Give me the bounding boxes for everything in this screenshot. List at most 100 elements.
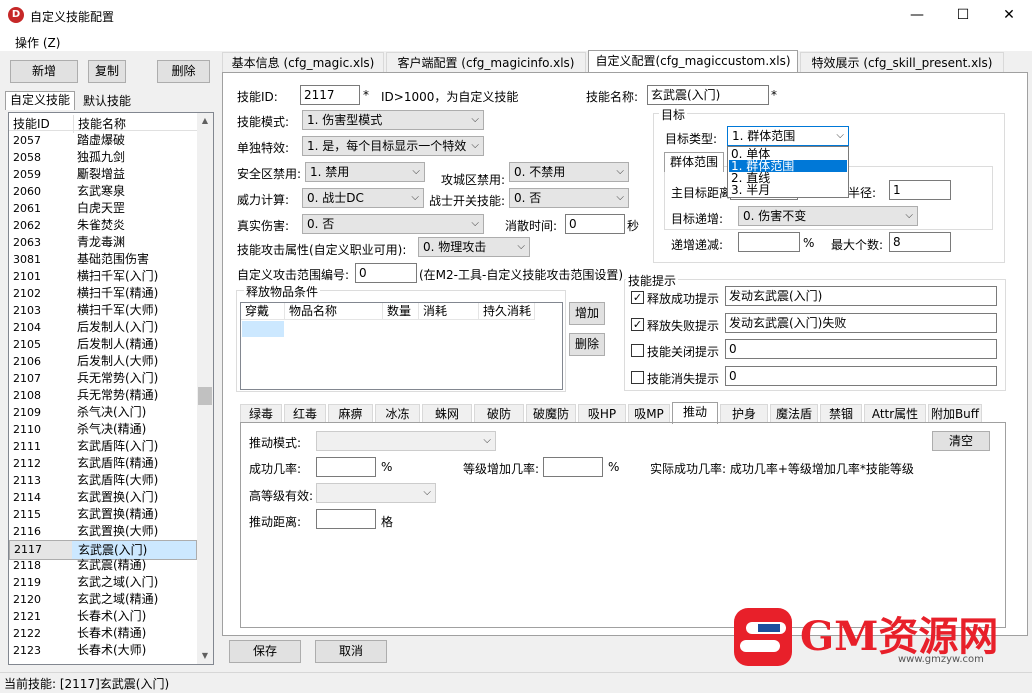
subtab-buff[interactable]: 附加Buff: [928, 404, 982, 423]
skill-list[interactable]: 技能ID 技能名称 2057 踏虚爆破 2058 独孤九剑 2059 斸裂增益 2060 玄武…: [8, 112, 214, 665]
list-item[interactable]: 2061 白虎天罡: [9, 200, 197, 217]
tab-default-skills[interactable]: 默认技能: [78, 93, 136, 110]
scroll-up-icon[interactable]: ▲: [197, 113, 213, 129]
list-item[interactable]: 2111 玄武盾阵(入门): [9, 438, 197, 455]
safe-zone-select[interactable]: 1. 禁用 ⌵: [305, 162, 425, 182]
hint-close-input[interactable]: 0: [725, 339, 997, 359]
tab-custom-config[interactable]: 自定义配置(cfg_magiccustom.xls): [588, 50, 798, 74]
subtab-red-poison[interactable]: 红毒: [284, 404, 326, 423]
clear-button[interactable]: 清空: [932, 431, 990, 451]
hint-fail-input[interactable]: 发动玄武震(入门)失败: [725, 313, 997, 333]
list-item[interactable]: 2116 玄武置换(大师): [9, 523, 197, 540]
single-effect-select[interactable]: 1. 是，每个目标显示一个特效 ⌵: [302, 136, 484, 156]
delete-skill-button[interactable]: 删除: [157, 60, 210, 83]
tab-group-range[interactable]: 群体范围: [664, 152, 724, 172]
list-item[interactable]: 2122 长春术(精通): [9, 625, 197, 642]
list-item[interactable]: 3081 基础范围伤害: [9, 251, 197, 268]
close-button[interactable]: ✕: [986, 0, 1032, 31]
subtab-freeze[interactable]: 冰冻: [375, 404, 420, 423]
grid-selected-cell[interactable]: [242, 321, 284, 337]
siege-select[interactable]: 0. 不禁用 ⌵: [509, 162, 629, 182]
hint-success-checkbox[interactable]: ✓: [631, 291, 644, 304]
ratio-input[interactable]: [738, 232, 800, 252]
vanish-time-input[interactable]: 0: [565, 214, 625, 234]
list-item[interactable]: 2106 后发制人(大师): [9, 353, 197, 370]
list-item[interactable]: 2119 玄武之域(入门): [9, 574, 197, 591]
save-button[interactable]: 保存: [229, 640, 301, 663]
list-item[interactable]: 2114 玄武置换(入门): [9, 489, 197, 506]
target-type-select[interactable]: 1. 群体范围 ⌵: [727, 126, 849, 146]
copy-skill-button[interactable]: 复制: [88, 60, 126, 83]
scroll-thumb[interactable]: [198, 387, 212, 405]
tab-basic-info[interactable]: 基本信息 (cfg_magic.xls): [222, 52, 384, 73]
list-item[interactable]: 2123 长春术(大师): [9, 642, 197, 659]
list-item[interactable]: 2057 踏虚爆破: [9, 132, 197, 149]
subtab-green-poison[interactable]: 绿毒: [240, 404, 282, 423]
switch-skill-select[interactable]: 0. 否 ⌵: [509, 188, 629, 208]
power-select[interactable]: 0. 战士DC ⌵: [302, 188, 424, 208]
list-item[interactable]: 2103 横扫千军(大师): [9, 302, 197, 319]
target-type-dropdown[interactable]: 0. 单体 1. 群体范围 2. 直线 3. 半月: [727, 146, 849, 198]
subtab-push[interactable]: 推动: [672, 402, 718, 424]
minimize-button[interactable]: —: [894, 0, 940, 31]
list-item[interactable]: 2063 青龙毒渊: [9, 234, 197, 251]
hint-close-checkbox[interactable]: [631, 344, 644, 357]
push-distance-input[interactable]: [316, 509, 376, 529]
tab-client-config[interactable]: 客户端配置 (cfg_magicinfo.xls): [386, 52, 586, 73]
tab-custom-skills[interactable]: 自定义技能: [5, 91, 75, 110]
list-scrollbar[interactable]: ▲ ▼: [197, 113, 213, 664]
subtab-magic-shield[interactable]: 魔法盾: [770, 404, 818, 423]
list-item[interactable]: 2120 玄武之域(精通): [9, 591, 197, 608]
max-count-input[interactable]: 8: [889, 232, 951, 252]
add-item-button[interactable]: 增加: [569, 302, 605, 325]
list-item[interactable]: 2059 斸裂增益: [9, 166, 197, 183]
list-item[interactable]: 2104 后发制人(入门): [9, 319, 197, 336]
dropdown-option-3[interactable]: 3. 半月: [729, 184, 847, 196]
subtab-break-mdef[interactable]: 破魔防: [526, 404, 576, 423]
subtab-break-def[interactable]: 破防: [474, 404, 524, 423]
list-item[interactable]: 2062 朱雀焚炎: [9, 217, 197, 234]
hint-success-input[interactable]: 发动玄武震(入门): [725, 286, 997, 306]
scroll-down-icon[interactable]: ▼: [197, 648, 213, 664]
subtab-attr[interactable]: Attr属性: [864, 404, 926, 423]
skill-name-input[interactable]: 玄武震(入门): [647, 85, 769, 105]
list-item[interactable]: 2108 兵无常势(精通): [9, 387, 197, 404]
skill-id-input[interactable]: 2117: [300, 85, 360, 105]
subtab-drain-hp[interactable]: 吸HP: [578, 404, 626, 423]
level-rate-input[interactable]: [543, 457, 603, 477]
release-items-grid[interactable]: 穿戴 物品名称 数量 消耗 持久消耗: [240, 302, 563, 390]
attack-attr-select[interactable]: 0. 物理攻击 ⌵: [418, 237, 530, 257]
radius-input[interactable]: 1: [889, 180, 951, 200]
list-item[interactable]: 2101 横扫千军(入门): [9, 268, 197, 285]
list-item[interactable]: 2112 玄武盾阵(精通): [9, 455, 197, 472]
subtab-drain-mp[interactable]: 吸MP: [628, 404, 670, 423]
list-item[interactable]: 2110 杀气决(精通): [9, 421, 197, 438]
cancel-button[interactable]: 取消: [315, 640, 387, 663]
add-skill-button[interactable]: 新增: [10, 60, 78, 83]
delete-item-button[interactable]: 删除: [569, 333, 605, 356]
subtab-paralyze[interactable]: 麻痹: [328, 404, 373, 423]
maximize-button[interactable]: ☐: [940, 0, 986, 31]
list-item[interactable]: 2102 横扫千军(精通): [9, 285, 197, 302]
subtab-web[interactable]: 蛛网: [422, 404, 472, 423]
mode-select[interactable]: 1. 伤害型模式 ⌵: [302, 110, 484, 130]
hint-vanish-input[interactable]: 0: [725, 366, 997, 386]
hint-fail-checkbox[interactable]: ✓: [631, 318, 644, 331]
push-rate-input[interactable]: [316, 457, 376, 477]
target-increase-select[interactable]: 0. 伤害不变 ⌵: [738, 206, 918, 226]
tab-effect-present[interactable]: 特效展示 (cfg_skill_present.xls): [800, 52, 1004, 73]
list-item[interactable]: 2121 长春术(入门): [9, 608, 197, 625]
menu-operation[interactable]: 操作 (Z): [15, 34, 60, 51]
subtab-guard[interactable]: 护身: [720, 404, 768, 423]
list-item[interactable]: 2058 独孤九剑: [9, 149, 197, 166]
list-item[interactable]: 2107 兵无常势(入门): [9, 370, 197, 387]
true-damage-select[interactable]: 0. 否 ⌵: [302, 214, 484, 234]
list-item[interactable]: 2060 玄武寒泉: [9, 183, 197, 200]
list-item[interactable]: 2113 玄武盾阵(大师): [9, 472, 197, 489]
list-item[interactable]: 2115 玄武置换(精通): [9, 506, 197, 523]
range-id-input[interactable]: 0: [355, 263, 417, 283]
push-mode-select[interactable]: ⌵: [316, 431, 496, 451]
hint-vanish-checkbox[interactable]: [631, 371, 644, 384]
list-item[interactable]: 2109 杀气决(入门): [9, 404, 197, 421]
high-level-select[interactable]: ⌵: [316, 483, 436, 503]
